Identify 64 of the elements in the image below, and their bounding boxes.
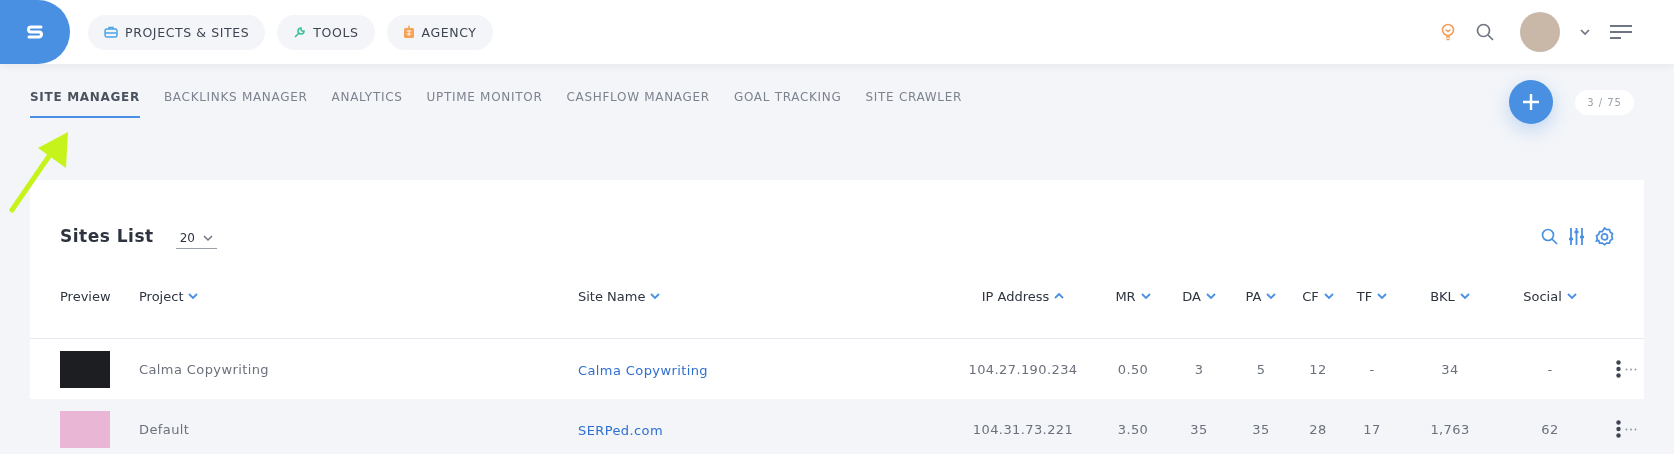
- table-cell-text: 35: [1251, 421, 1271, 437]
- settings-icon[interactable]: [1595, 226, 1614, 246]
- table-cell-text: 104.27.190.234: [967, 361, 1079, 377]
- table-cell-text: 28: [1308, 421, 1328, 437]
- avatar[interactable]: [1520, 12, 1560, 52]
- building-icon: [402, 25, 415, 39]
- table-cell-text: 34: [1440, 361, 1460, 377]
- nav-button[interactable]: AGENCY: [386, 14, 493, 50]
- search-icon[interactable]: [1476, 23, 1494, 41]
- table-cell-text: 35: [1189, 421, 1209, 437]
- add-button[interactable]: [1509, 80, 1554, 124]
- table-cell-text: 0.50: [1116, 361, 1150, 377]
- table-cell-text: 1,763: [1429, 421, 1471, 437]
- chevron-down-icon: [202, 234, 213, 242]
- tab[interactable]: CASHFLOW MANAGER: [566, 90, 710, 118]
- tab[interactable]: SITE CRAWLER: [865, 90, 963, 118]
- kebab-menu-icon[interactable]: [1616, 420, 1621, 438]
- table-cell-text: Default: [139, 421, 191, 437]
- column-header[interactable]: TF: [1344, 288, 1400, 304]
- tab[interactable]: GOAL TRACKING: [733, 90, 842, 118]
- site-link[interactable]: Calma Copywriting: [578, 362, 708, 378]
- tab[interactable]: SITE MANAGER: [30, 90, 140, 118]
- column-header[interactable]: Project: [139, 288, 578, 304]
- kebab-menu-icon[interactable]: [1616, 360, 1621, 378]
- table-cell-text: -: [1368, 361, 1376, 377]
- column-header[interactable]: Site Name: [578, 288, 948, 304]
- table-cell-text: 3.50: [1116, 421, 1150, 437]
- table-cell-text: 5: [1255, 361, 1267, 377]
- section-title: Sites List: [60, 226, 154, 246]
- column-header[interactable]: DA: [1168, 288, 1230, 304]
- logo[interactable]: [0, 0, 70, 64]
- table-cell-text: 12: [1308, 361, 1328, 377]
- column-header[interactable]: CF: [1292, 288, 1344, 304]
- site-link[interactable]: SERPed.com: [578, 422, 664, 438]
- more-dots-icon: [1625, 367, 1637, 371]
- search-icon[interactable]: [1541, 227, 1558, 245]
- more-dots-icon: [1625, 427, 1637, 431]
- table-cell-text: -: [1546, 361, 1554, 377]
- wrench-icon: [293, 25, 307, 39]
- nav-button[interactable]: TOOLS: [277, 14, 375, 50]
- menu-icon[interactable]: [1610, 25, 1634, 39]
- table-cell-text: 3: [1193, 361, 1205, 377]
- table-cell-text: Calma Copywriting: [139, 361, 270, 377]
- tab[interactable]: ANALYTICS: [331, 90, 403, 118]
- column-header[interactable]: IP Address: [948, 288, 1098, 304]
- table-cell-text: 62: [1540, 421, 1560, 437]
- column-header[interactable]: BKL: [1400, 288, 1500, 304]
- tab[interactable]: BACKLINKS MANAGER: [163, 90, 308, 118]
- column-header[interactable]: PA: [1230, 288, 1292, 304]
- site-counter: 3 / 75: [1575, 89, 1634, 115]
- plus-icon: [1522, 93, 1541, 111]
- column-header[interactable]: Preview: [60, 288, 139, 304]
- table-cell-text: 104.31.73.221: [971, 421, 1075, 437]
- sliders-icon[interactable]: [1568, 226, 1585, 246]
- chevron-down-icon[interactable]: [1580, 28, 1590, 36]
- column-header[interactable]: Social: [1500, 288, 1600, 304]
- page-size-dropdown[interactable]: 20: [175, 229, 217, 249]
- briefcase-icon: [104, 26, 118, 38]
- logo-icon: [26, 24, 44, 40]
- table-cell-text: 17: [1362, 421, 1382, 437]
- column-header[interactable]: MR: [1098, 288, 1168, 304]
- tab[interactable]: UPTIME MONITOR: [426, 90, 543, 118]
- lightbulb-icon[interactable]: [1440, 23, 1456, 41]
- nav-button[interactable]: PROJECTS & SITES: [88, 14, 266, 50]
